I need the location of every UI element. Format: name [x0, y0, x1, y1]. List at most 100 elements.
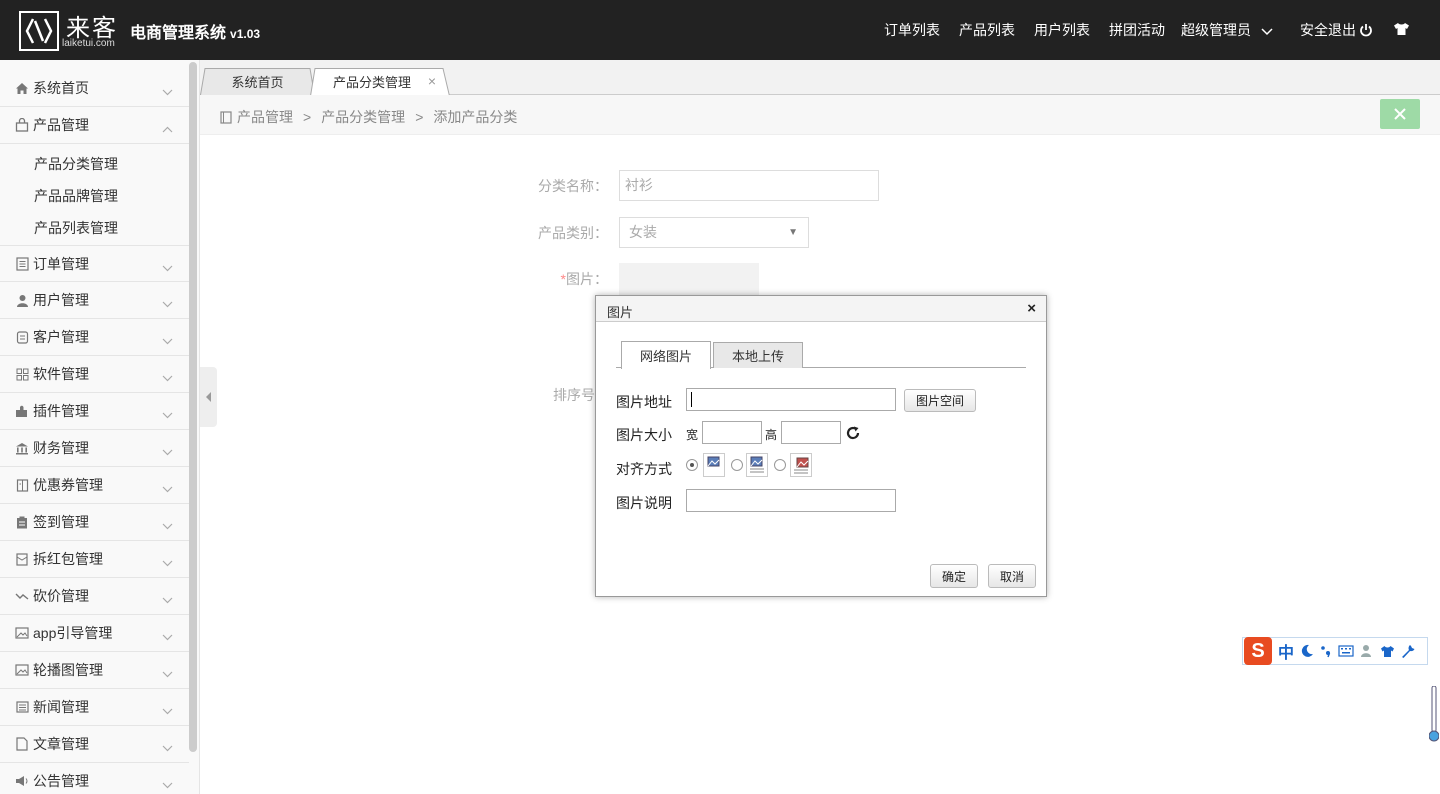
chevron-up-icon	[162, 120, 173, 136]
image-desc-input[interactable]	[686, 489, 896, 512]
sidebar-item-product[interactable]: 产品管理	[0, 107, 189, 144]
sidebar-item-news[interactable]: 新闻管理	[0, 689, 189, 726]
tab-close-icon[interactable]: ×	[428, 73, 436, 89]
nav-user-list[interactable]: 用户列表	[1034, 20, 1090, 40]
align-left-icon[interactable]	[746, 453, 768, 477]
dialog-close-icon[interactable]: ×	[1027, 300, 1036, 317]
clipboard-icon	[15, 515, 29, 529]
chevron-down-icon	[162, 83, 173, 99]
sidebar-item-finance[interactable]: 财务管理	[0, 430, 189, 467]
align-right-radio[interactable]	[774, 459, 786, 471]
tab-category[interactable]: 产品分类管理 ×	[310, 68, 450, 96]
top-nav: 订单列表 产品列表 用户列表 拼团活动 超级管理员 安全退出	[884, 0, 1440, 60]
coupon-icon	[15, 478, 29, 492]
sidebar-item-customer[interactable]: 客户管理	[0, 319, 189, 356]
ime-mode-chinese[interactable]: 中	[1278, 639, 1294, 663]
puzzle-icon	[15, 404, 29, 418]
sidebar-item-plugin[interactable]: 插件管理	[0, 393, 189, 430]
nav-logout[interactable]: 安全退出	[1300, 20, 1373, 40]
tab-home[interactable]: 系统首页	[200, 68, 315, 95]
image-dialog: 图片 × 网络图片 本地上传 图片地址 图片空间 图片大小 宽 高 对齐方式 图…	[595, 295, 1047, 597]
breadcrumb-bar: 产品管理 > 产品分类管理 > 添加产品分类	[200, 95, 1440, 135]
chevron-down-icon	[162, 443, 173, 459]
sidebar-item-banner[interactable]: 轮播图管理	[0, 652, 189, 689]
image-label: *图片：	[560, 271, 608, 287]
sidebar-sub-category[interactable]: 产品分类管理	[34, 154, 118, 174]
sidebar-item-home[interactable]: 系统首页	[0, 70, 189, 107]
chevron-down-icon	[162, 259, 173, 275]
image-space-button[interactable]: 图片空间	[904, 389, 976, 412]
caret-left-icon	[205, 392, 212, 402]
sidebar-item-app-guide[interactable]: app引导管理	[0, 615, 189, 652]
sidebar-sub-brand[interactable]: 产品品牌管理	[34, 186, 118, 206]
breadcrumb-add: 添加产品分类	[433, 109, 518, 125]
sidebar-collapse-handle[interactable]	[200, 367, 217, 427]
tab-local-upload[interactable]: 本地上传	[713, 342, 803, 368]
breadcrumb: 产品管理 > 产品分类管理 > 添加产品分类	[220, 107, 517, 127]
close-icon	[1394, 108, 1406, 120]
align-left-radio[interactable]	[731, 459, 743, 471]
logo-mark	[19, 11, 59, 51]
sidebar-item-article[interactable]: 文章管理	[0, 726, 189, 763]
confirm-button[interactable]: 确定	[930, 564, 978, 588]
chevron-down-icon	[162, 369, 173, 385]
list-icon	[15, 256, 29, 271]
chevron-down-icon	[1261, 23, 1273, 39]
chevron-down-icon	[162, 295, 173, 311]
sidebar-item-checkin[interactable]: 签到管理	[0, 504, 189, 541]
tab-network-image[interactable]: 网络图片	[621, 341, 711, 369]
skin-shirt-icon[interactable]	[1380, 645, 1395, 658]
product-type-select[interactable]: 女装 ▼	[619, 217, 809, 248]
sidebar-item-redpacket[interactable]: 拆红包管理	[0, 541, 189, 578]
sidebar-item-order[interactable]: 订单管理	[0, 245, 189, 282]
user-status-icon[interactable]	[1360, 644, 1374, 658]
dialog-header: 图片 ×	[596, 296, 1046, 322]
width-input[interactable]	[702, 421, 762, 444]
category-name-input[interactable]: 衬衫	[619, 170, 879, 201]
contact-icon	[15, 330, 29, 344]
nav-admin-menu[interactable]: 超级管理员	[1181, 20, 1273, 40]
reset-size-icon[interactable]	[846, 426, 860, 440]
chevron-down-icon	[162, 406, 173, 422]
theme-shirt-icon[interactable]	[1393, 22, 1410, 39]
keyboard-icon[interactable]	[1338, 645, 1354, 657]
chevron-down-icon	[162, 332, 173, 348]
chevron-down-icon	[162, 591, 173, 607]
moon-icon[interactable]	[1300, 644, 1314, 658]
align-right-icon[interactable]	[790, 453, 812, 477]
height-label: 高	[765, 428, 778, 442]
sidebar-item-bargain[interactable]: 砍价管理	[0, 578, 189, 615]
breadcrumb-category[interactable]: 产品分类管理	[321, 107, 405, 127]
ime-toolbar: S 中	[1242, 637, 1428, 665]
height-input[interactable]	[781, 421, 841, 444]
nav-order-list[interactable]: 订单列表	[884, 20, 940, 40]
top-bar: 来客 laiketui.com 电商管理系统 v1.03 订单列表 产品列表 用户…	[0, 0, 1440, 60]
sidebar-item-user[interactable]: 用户管理	[0, 282, 189, 319]
punctuation-icon[interactable]	[1320, 644, 1332, 658]
logo-domain: laiketui.com	[62, 38, 115, 49]
close-page-button[interactable]	[1380, 99, 1420, 129]
sidebar-sub-product-list[interactable]: 产品列表管理	[34, 218, 118, 238]
sidebar-item-notice[interactable]: 公告管理	[0, 763, 189, 794]
image-url-label: 图片地址	[616, 394, 672, 410]
sidebar-item-software[interactable]: 软件管理	[0, 356, 189, 393]
chevron-down-icon	[162, 554, 173, 570]
home-icon	[15, 81, 29, 95]
nav-group-buy[interactable]: 拼团活动	[1109, 20, 1165, 40]
breadcrumb-product[interactable]: 产品管理	[237, 107, 293, 127]
chevron-down-icon	[162, 480, 173, 496]
chevron-down-icon	[162, 517, 173, 533]
align-none-radio[interactable]	[686, 459, 698, 471]
wrench-icon[interactable]	[1401, 644, 1415, 658]
image-url-input[interactable]	[686, 388, 896, 411]
chevron-down-icon	[162, 776, 173, 792]
nav-product-list[interactable]: 产品列表	[959, 20, 1015, 40]
ime-logo[interactable]: S	[1244, 637, 1272, 665]
sidebar-item-coupon[interactable]: 优惠券管理	[0, 467, 189, 504]
news-icon	[15, 700, 29, 714]
cancel-button[interactable]: 取消	[988, 564, 1036, 588]
scroll-indicator[interactable]	[1428, 685, 1440, 742]
sidebar-scrollbar[interactable]	[189, 62, 197, 752]
dialog-title: 图片	[607, 305, 634, 320]
align-none-icon[interactable]	[703, 453, 725, 477]
